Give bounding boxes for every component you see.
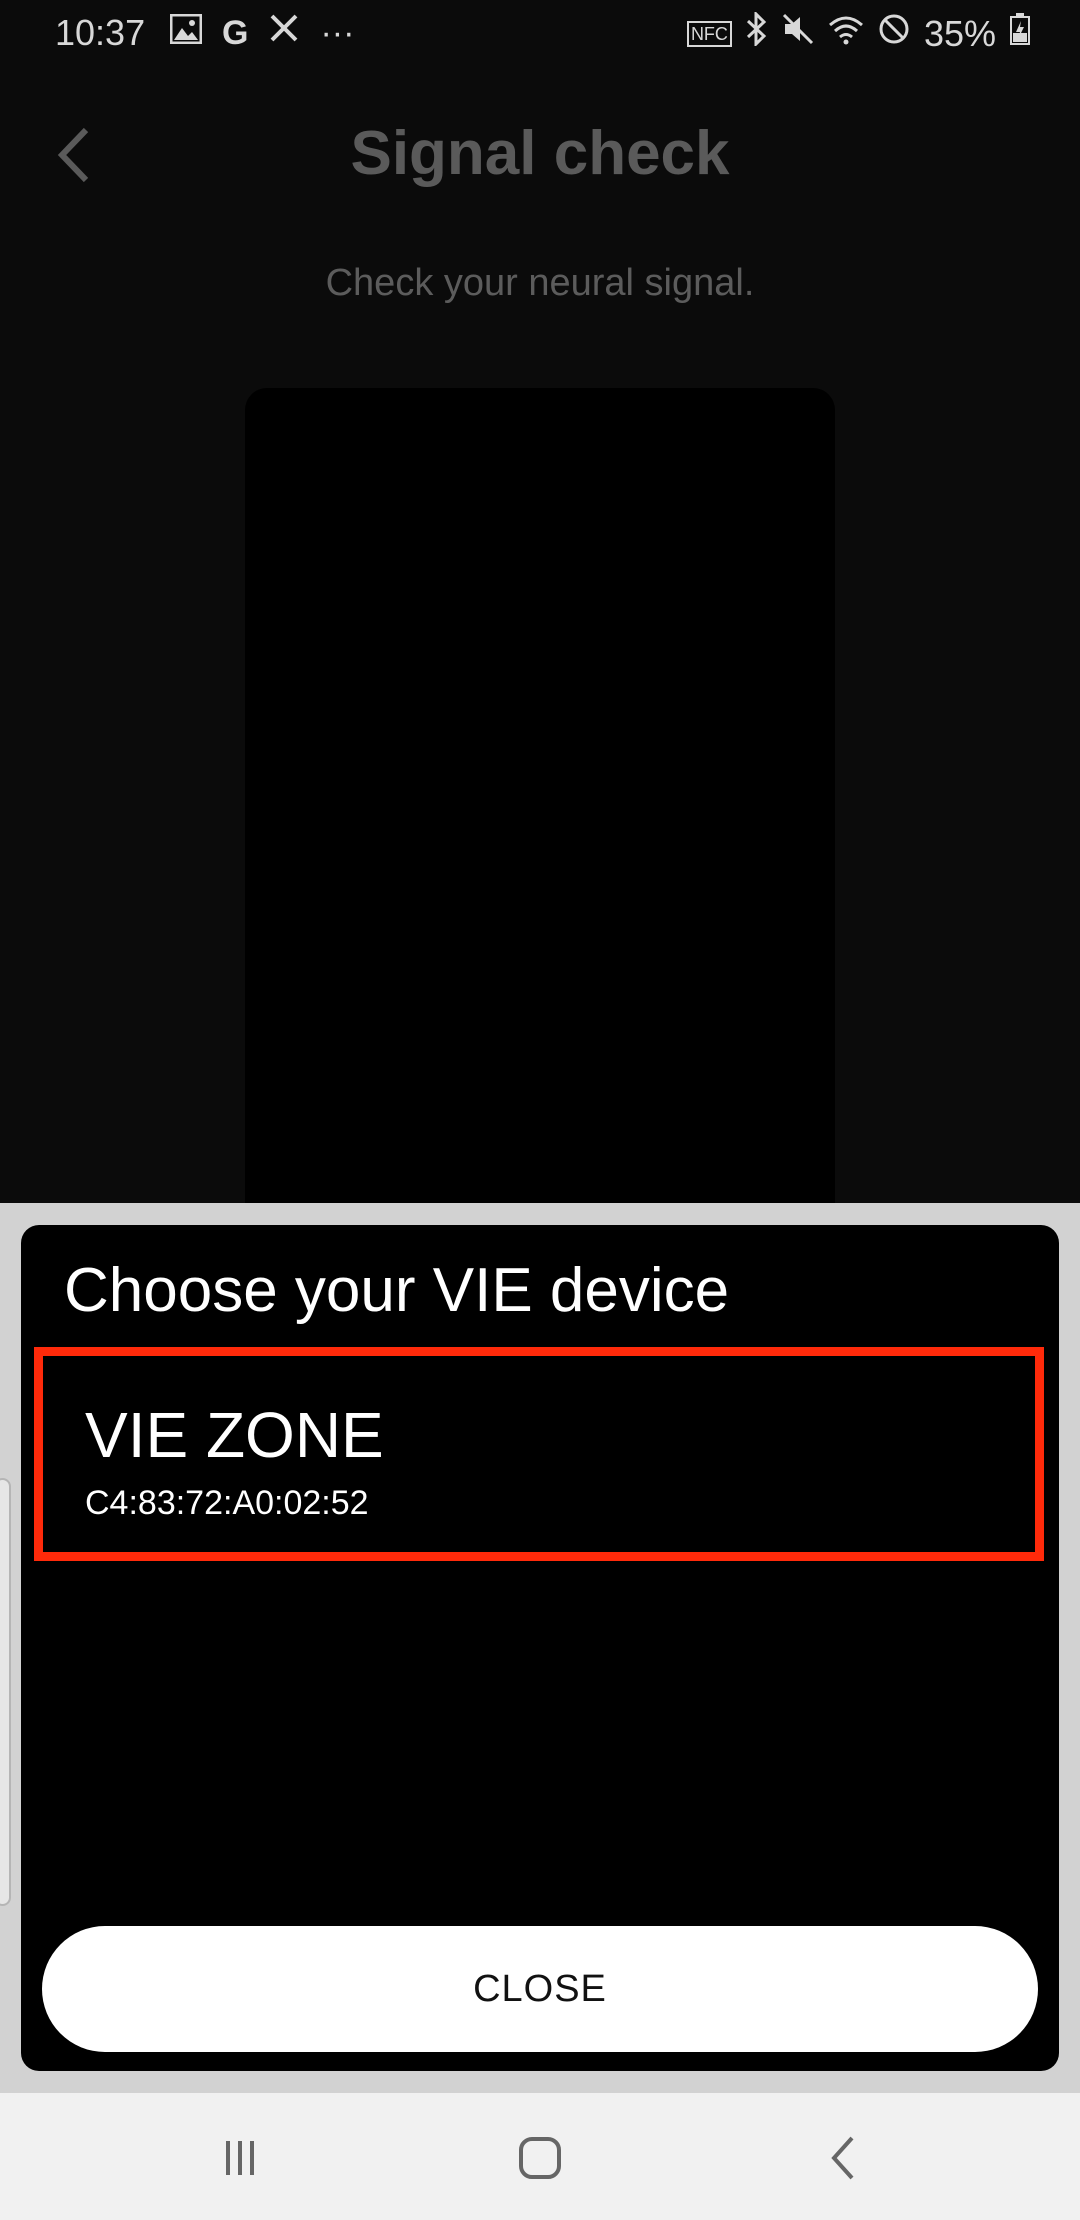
device-address: C4:83:72:A0:02:52 — [85, 1484, 369, 1522]
google-icon: G — [222, 13, 249, 52]
status-left-icons: G ··· — [169, 12, 355, 53]
more-dots-icon: ··· — [320, 13, 355, 52]
device-chooser-dialog: Choose your VIE device VIE ZONE C4:83:72… — [21, 1225, 1059, 2071]
bluetooth-icon — [746, 10, 768, 55]
device-name: VIE ZONE — [85, 1399, 384, 1471]
nav-bar — [0, 2093, 1080, 2220]
page-subtitle: Check your neural signal. — [325, 262, 755, 304]
page-title: Signal check — [350, 119, 730, 188]
battery-icon — [1010, 13, 1030, 54]
nfc-icon: NFC — [686, 20, 732, 47]
status-time: 10:37 — [55, 12, 146, 53]
home-button[interactable] — [505, 2123, 575, 2193]
recent-apps-icon — [226, 2141, 254, 2175]
do-not-disturb-icon — [878, 13, 910, 54]
tools-icon — [268, 12, 300, 53]
wifi-icon — [828, 14, 864, 54]
mute-icon — [782, 13, 814, 54]
dialog-title: Choose your VIE device — [64, 1256, 730, 1325]
close-button[interactable]: CLOSE — [42, 1926, 1038, 2052]
battery-percent: 35% — [923, 12, 996, 54]
signal-panel — [245, 388, 835, 1228]
status-right-icons: NFC 35% — [686, 10, 1030, 55]
home-icon — [519, 2137, 561, 2179]
back-icon — [831, 2136, 854, 2180]
recent-apps-button[interactable] — [205, 2123, 275, 2193]
device-list-item[interactable]: VIE ZONE C4:83:72:A0:02:52 — [34, 1347, 1044, 1561]
nav-back-button[interactable] — [808, 2123, 878, 2193]
status-bar: 10:37 G ··· NFC 35% — [0, 0, 1080, 66]
gallery-icon — [169, 13, 203, 53]
edge-panel-handle[interactable] — [0, 1478, 11, 1906]
